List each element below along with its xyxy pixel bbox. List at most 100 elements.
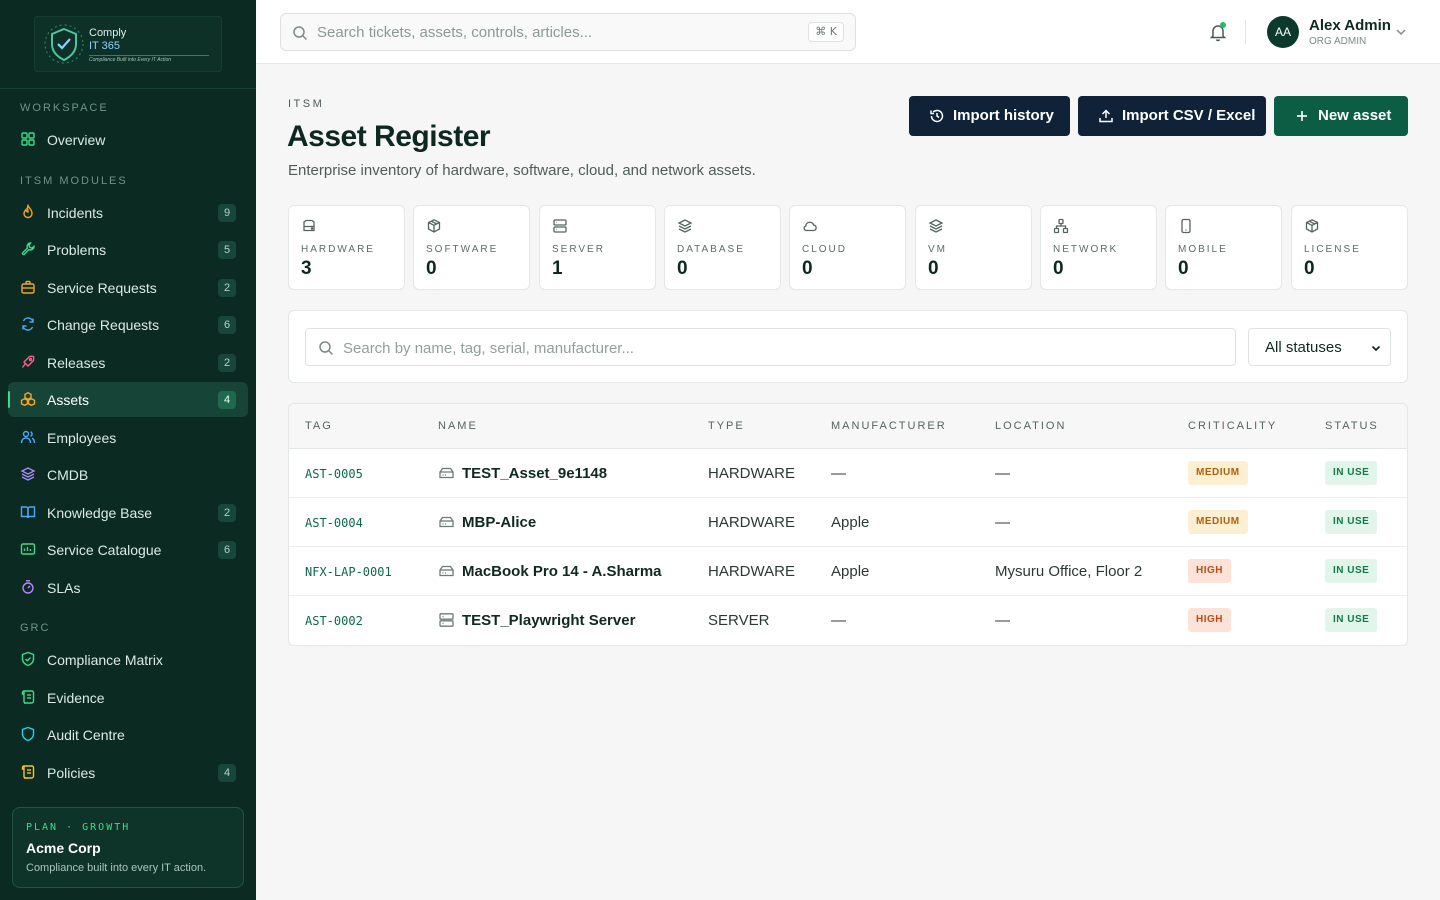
asset-tag[interactable]: AST-0005 [305,467,363,481]
stat-card-server[interactable]: SERVER 1 [539,205,656,290]
chevron-down-icon[interactable] [1393,24,1409,40]
column-header-status[interactable]: STATUS [1325,420,1379,432]
asset-table: TAG NAME TYPE MANUFACTURER LOCATION CRIT… [288,403,1408,646]
sidebar-item-change-requests[interactable]: Change Requests 6 [8,307,248,342]
sidebar-item-service-requests[interactable]: Service Requests 2 [8,270,248,305]
table-row[interactable]: AST-0005 TEST_Asset_9e1148 HARDWARE — — … [289,449,1407,498]
sidebar-item-knowledge-base[interactable]: Knowledge Base 2 [8,495,248,530]
page-eyebrow: ITSM [288,98,325,110]
sidebar-item-cmdb[interactable]: CMDB [8,457,248,492]
sidebar-item-policies[interactable]: Policies 4 [8,755,248,790]
avatar[interactable]: AA [1267,16,1299,48]
sidebar-item-incidents[interactable]: Incidents 9 [8,195,248,230]
column-header-type[interactable]: TYPE [708,420,745,432]
stat-card-network[interactable]: NETWORK 0 [1040,205,1157,290]
stat-card-cloud[interactable]: CLOUD 0 [789,205,906,290]
sidebar-item-compliance-matrix[interactable]: Compliance Matrix [8,642,248,677]
table-row[interactable]: NFX-LAP-0001 MacBook Pro 14 - A.Sharma H… [289,547,1407,596]
asset-name[interactable]: TEST_Playwright Server [462,612,635,629]
stat-label: LICENSE [1304,244,1361,255]
sidebar-item-releases[interactable]: Releases 2 [8,345,248,380]
stat-card-software[interactable]: SOFTWARE 0 [413,205,530,290]
stat-card-database[interactable]: DATABASE 0 [664,205,781,290]
sidebar-item-evidence[interactable]: Evidence [8,680,248,715]
status-filter-value: All statuses [1265,339,1342,356]
stat-value: 1 [552,258,563,279]
hard-drive-icon [439,516,454,528]
sidebar-item-problems[interactable]: Problems 5 [8,232,248,267]
asset-name[interactable]: MacBook Pro 14 - A.Sharma [462,563,662,580]
stat-value: 0 [802,258,813,279]
count-badge: 2 [218,504,236,522]
stat-card-vm[interactable]: VM 0 [915,205,1032,290]
section-workspace: WORKSPACE [20,102,109,114]
count-badge: 5 [218,241,236,259]
criticality-badge: HIGH [1188,559,1231,583]
sidebar-item-label: Incidents [47,204,104,221]
column-header-criticality[interactable]: CRITICALITY [1188,420,1277,432]
stat-card-hardware[interactable]: HARDWARE 3 [288,205,405,290]
import-csv-button[interactable]: Import CSV / Excel [1078,96,1266,136]
sidebar-item-slas[interactable]: SLAs [8,570,248,605]
asset-name[interactable]: TEST_Asset_9e1148 [462,465,607,482]
asset-search[interactable] [305,328,1236,366]
stat-label: SERVER [552,244,605,255]
sidebar-item-audit-centre[interactable]: Audit Centre [8,717,248,752]
stat-value: 0 [928,258,939,279]
stat-card-license[interactable]: LICENSE 0 [1291,205,1408,290]
asset-location: — [995,612,1010,629]
plan-tagline: Compliance built into every IT action. [26,862,207,874]
sidebar-item-label: Assets [47,391,90,408]
catalogue-icon [20,543,36,555]
table-row[interactable]: AST-0002 TEST_Playwright Server SERVER —… [289,596,1407,645]
cloud-icon [803,221,817,232]
sidebar-item-label: Knowledge Base [47,504,153,521]
server-icon [553,219,567,233]
column-header-name[interactable]: NAME [438,420,478,432]
keyboard-shortcut: ⌘ K [808,22,844,42]
count-badge: 9 [218,204,236,222]
grid-icon [21,132,35,146]
global-search-input[interactable] [317,22,797,42]
user-name[interactable]: Alex Admin [1309,17,1391,34]
sidebar-item-service-catalogue[interactable]: Service Catalogue 6 [8,532,248,567]
chevron-down-icon [1371,345,1381,352]
new-asset-button[interactable]: New asset [1274,96,1408,136]
layers-icon [677,219,693,233]
status-filter-select[interactable]: All statuses [1248,328,1391,366]
search-icon [293,26,308,41]
sidebar-item-employees[interactable]: Employees [8,420,248,455]
asset-search-input[interactable] [343,338,1203,358]
sidebar-item-label: Compliance Matrix [47,651,163,668]
count-badge: 4 [218,391,236,409]
sidebar-item-assets[interactable]: Assets 4 [8,382,248,417]
status-badge: IN USE [1325,461,1378,485]
brand-logo[interactable]: Comply IT 365 Compliance Built into Ever… [34,16,222,72]
import-history-button[interactable]: Import history [909,96,1070,136]
sidebar-item-overview[interactable]: Overview [8,122,248,157]
column-header-manufacturer[interactable]: MANUFACTURER [831,420,947,432]
asset-type: HARDWARE [708,514,795,531]
asset-tag[interactable]: AST-0004 [305,516,363,530]
stat-label: VM [928,244,947,255]
upload-icon [1099,109,1113,123]
count-badge: 6 [218,316,236,334]
asset-tag[interactable]: NFX-LAP-0001 [305,565,392,579]
section-itsm-modules: ITSM MODULES [20,175,128,187]
asset-name[interactable]: MBP-Alice [462,514,536,531]
global-search[interactable]: ⌘ K [280,13,856,51]
column-header-tag[interactable]: TAG [305,420,333,432]
sidebar-item-label: CMDB [47,466,89,483]
stat-value: 0 [426,258,437,279]
section-grc: GRC [20,622,51,634]
stat-label: CLOUD [802,244,848,255]
stat-value: 0 [677,258,688,279]
table-row[interactable]: AST-0004 MBP-Alice HARDWARE Apple — MEDI… [289,498,1407,547]
users-icon [20,430,36,444]
column-header-location[interactable]: LOCATION [995,420,1066,432]
plan-card[interactable]: PLAN · GROWTH Acme Corp Compliance built… [12,807,244,888]
stat-card-mobile[interactable]: MOBILE 0 [1165,205,1282,290]
package-icon [1305,219,1319,233]
asset-tag[interactable]: AST-0002 [305,614,363,628]
sidebar-item-label: Problems [47,241,107,258]
